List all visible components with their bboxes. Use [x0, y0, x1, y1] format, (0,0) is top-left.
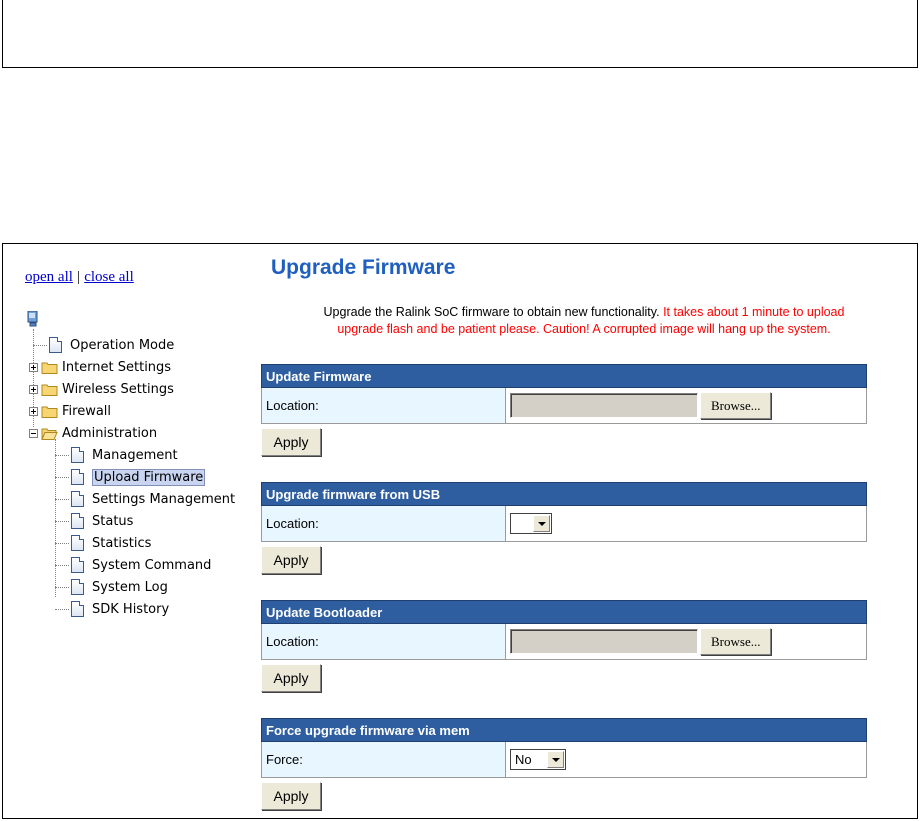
page-icon [71, 601, 84, 617]
nav-item-label: System Log [92, 579, 168, 595]
folder-icon [41, 406, 58, 418]
computer-icon [27, 311, 38, 327]
expand-icon[interactable] [29, 362, 38, 372]
nav-item-label: System Command [92, 557, 212, 573]
nav-item-statistics[interactable]: Statistics [55, 533, 151, 553]
force-upgrade-section: Force upgrade firmware via mem Force: No… [261, 718, 867, 810]
nav-item-system-command[interactable]: System Command [55, 555, 211, 575]
section-header: Update Firmware [261, 364, 867, 388]
usb-firmware-section: Upgrade firmware from USB Location: Appl… [261, 482, 867, 574]
dropdown-arrow-icon[interactable] [547, 751, 564, 768]
nav-item-label: Status [92, 513, 134, 529]
location-label: Location: [262, 388, 506, 423]
force-label: Force: [262, 742, 506, 777]
link-separator: | [77, 269, 81, 285]
select-value: No [515, 752, 532, 767]
field-cell: Browse... [506, 388, 866, 423]
apply-button[interactable]: Apply [261, 546, 321, 574]
location-label: Location: [262, 624, 506, 659]
section-row: Force: No [261, 742, 867, 778]
firmware-file-input[interactable] [510, 393, 698, 418]
page-icon [71, 535, 84, 551]
folder-icon [41, 384, 58, 396]
page-icon [71, 447, 84, 463]
folder-open-icon [41, 428, 58, 440]
nav-item-label: Administration [62, 425, 158, 441]
folder-icon [41, 362, 58, 374]
intro-text: Upgrade the Ralink SoC firmware to obtai… [259, 304, 909, 338]
section-header: Update Bootloader [261, 600, 867, 624]
section-row: Location: Browse... [261, 388, 867, 424]
open-all-link[interactable]: open all [25, 269, 73, 285]
intro-warning-1: It takes about 1 minute to upload [663, 305, 845, 319]
section-row: Location: Browse... [261, 624, 867, 660]
page-icon [71, 491, 84, 507]
nav-item-label: SDK History [92, 601, 170, 617]
field-cell [506, 506, 866, 541]
page-icon [71, 469, 84, 485]
browse-button[interactable]: Browse... [700, 628, 772, 655]
nav-item-label: Statistics [92, 535, 152, 551]
nav-item-sdk-history[interactable]: SDK History [55, 599, 169, 619]
usb-location-select[interactable] [510, 513, 552, 534]
dropdown-arrow-icon[interactable] [533, 515, 550, 532]
expand-icon[interactable] [29, 406, 38, 416]
page-icon [71, 579, 84, 595]
nav-item-label: Upload Firmware [92, 468, 206, 486]
expand-icon[interactable] [29, 384, 38, 394]
intro-warning-2: upgrade flash and be patient please. Cau… [337, 322, 831, 336]
nav-item-label: Internet Settings [62, 359, 172, 375]
nav-item-label: Management [92, 447, 178, 463]
nav-item-settings-management[interactable]: Settings Management [55, 489, 235, 509]
section-header: Force upgrade firmware via mem [261, 718, 867, 742]
nav-item-system-log[interactable]: System Log [55, 577, 168, 597]
bootloader-file-input[interactable] [510, 629, 698, 654]
nav-item-status[interactable]: Status [55, 511, 133, 531]
nav-item-label: Firewall [62, 403, 112, 419]
page-icon [71, 513, 84, 529]
nav-item-wireless-settings[interactable]: Wireless Settings [29, 379, 174, 399]
browse-button[interactable]: Browse... [700, 392, 772, 419]
field-cell: No [506, 742, 866, 777]
force-select[interactable]: No [510, 749, 566, 770]
update-bootloader-section: Update Bootloader Location: Browse... Ap… [261, 600, 867, 692]
tree-controls: open all | close all [25, 269, 134, 286]
nav-item-firewall[interactable]: Firewall [29, 401, 111, 421]
nav-item-administration[interactable]: Administration [29, 423, 157, 443]
apply-button[interactable]: Apply [261, 664, 321, 692]
router-admin-frame: open all | close all Operation Mode Inte… [2, 243, 918, 819]
location-label: Location: [262, 506, 506, 541]
page-icon [71, 557, 84, 573]
top-frame [2, 0, 918, 68]
nav-item-label: Settings Management [92, 491, 236, 507]
nav-item-operation-mode[interactable]: Operation Mode [33, 335, 174, 355]
page-icon [49, 337, 62, 353]
update-firmware-section: Update Firmware Location: Browse... Appl… [261, 364, 867, 456]
section-row: Location: [261, 506, 867, 542]
intro-normal: Upgrade the Ralink SoC firmware to obtai… [323, 305, 660, 319]
nav-item-label: Wireless Settings [62, 381, 174, 397]
section-header: Upgrade firmware from USB [261, 482, 867, 506]
close-all-link[interactable]: close all [84, 269, 134, 285]
nav-item-internet-settings[interactable]: Internet Settings [29, 357, 171, 377]
apply-button[interactable]: Apply [261, 428, 321, 456]
collapse-icon[interactable] [29, 428, 38, 438]
page-title: Upgrade Firmware [271, 256, 456, 279]
nav-item-management[interactable]: Management [55, 445, 178, 465]
field-cell: Browse... [506, 624, 866, 659]
nav-item-label: Operation Mode [70, 337, 175, 353]
nav-item-upload-firmware[interactable]: Upload Firmware [55, 467, 206, 487]
apply-button[interactable]: Apply [261, 782, 321, 810]
